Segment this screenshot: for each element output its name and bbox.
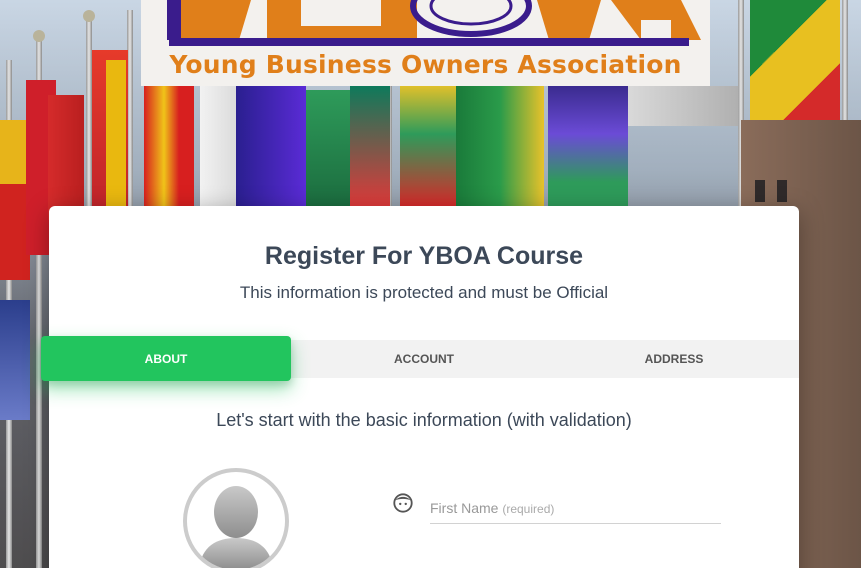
logo-title: Young Business Owners Association: [169, 50, 682, 79]
first-name-input[interactable]: [430, 494, 721, 523]
tab-about[interactable]: ABOUT: [41, 336, 291, 381]
avatar-upload[interactable]: [183, 468, 289, 568]
page-subtitle: This information is protected and must b…: [239, 283, 609, 302]
avatar-placeholder-icon: [199, 486, 273, 568]
yboa-logo: Young Business Owners Association: [141, 0, 710, 86]
page-title: Register For YBOA Course: [264, 242, 584, 270]
step-heading: Let's start with the basic information (…: [216, 410, 632, 430]
logo-underline-bar: [169, 38, 689, 46]
face-icon: [393, 493, 413, 513]
tab-address[interactable]: ADDRESS: [549, 340, 799, 378]
tab-account[interactable]: ACCOUNT: [299, 340, 549, 378]
registration-card: Register For YBOA Course This informatio…: [49, 206, 799, 568]
first-name-field[interactable]: First Name (required): [430, 494, 721, 524]
